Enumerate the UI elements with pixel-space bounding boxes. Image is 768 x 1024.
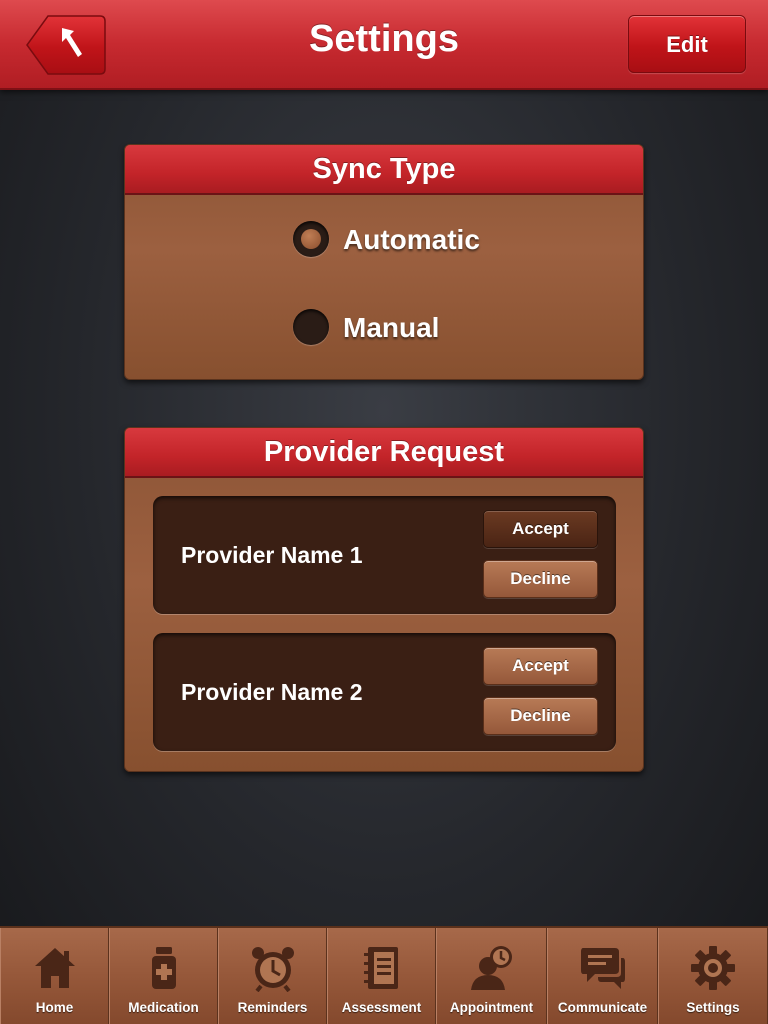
tab-medication-label: Medication — [128, 1000, 199, 1015]
provider-card: Provider Name 2 Accept Decline — [153, 633, 616, 751]
radio-button-selected[interactable] — [293, 221, 329, 257]
home-icon — [34, 948, 75, 988]
radio-automatic-label[interactable]: Automatic — [343, 221, 480, 259]
accept-button[interactable]: Accept — [483, 647, 598, 685]
gear-icon — [691, 946, 735, 990]
notebook-icon — [363, 947, 398, 989]
tab-bar: Home Medication Reminders Assessment App… — [0, 926, 768, 1024]
provider-request-header: Provider Request — [125, 428, 643, 478]
tab-assessment-label: Assessment — [341, 1000, 422, 1015]
provider-request-panel: Provider Request Provider Name 1 Accept … — [124, 427, 644, 772]
decline-button[interactable]: Decline — [483, 697, 598, 735]
tab-reminders-label: Reminders — [237, 1000, 308, 1015]
radio-selected-dot — [301, 229, 321, 249]
provider-card: Provider Name 1 Accept Decline — [153, 496, 616, 614]
tab-medication[interactable]: Medication — [109, 928, 218, 1024]
tab-home[interactable]: Home — [0, 928, 109, 1024]
tab-reminders[interactable]: Reminders — [218, 928, 327, 1024]
tab-home-label: Home — [35, 1000, 74, 1015]
tab-appointment-label: Appointment — [449, 1000, 534, 1015]
tab-communicate[interactable]: Communicate — [547, 928, 658, 1024]
sync-type-header: Sync Type — [125, 145, 643, 195]
decline-button[interactable]: Decline — [483, 560, 598, 598]
radio-button-unselected[interactable] — [293, 309, 329, 345]
navigation-bar: Settings Edit — [0, 0, 768, 90]
tab-assessment[interactable]: Assessment — [327, 928, 436, 1024]
sync-type-panel: Sync Type Automatic Manual — [124, 144, 644, 380]
tab-settings-label: Settings — [686, 1000, 740, 1015]
accept-button[interactable]: Accept — [483, 510, 598, 548]
tab-appointment[interactable]: Appointment — [436, 928, 547, 1024]
radio-manual-label[interactable]: Manual — [343, 309, 439, 347]
person-clock-icon — [470, 946, 512, 990]
chat-bubbles-icon — [580, 948, 625, 989]
alarm-clock-icon — [251, 947, 294, 992]
tab-settings[interactable]: Settings — [658, 928, 768, 1024]
provider-name: Provider Name 1 — [181, 542, 363, 568]
medication-icon — [151, 947, 176, 989]
edit-button[interactable]: Edit — [628, 15, 746, 73]
provider-name: Provider Name 2 — [181, 679, 363, 705]
tab-communicate-label: Communicate — [557, 1000, 648, 1015]
